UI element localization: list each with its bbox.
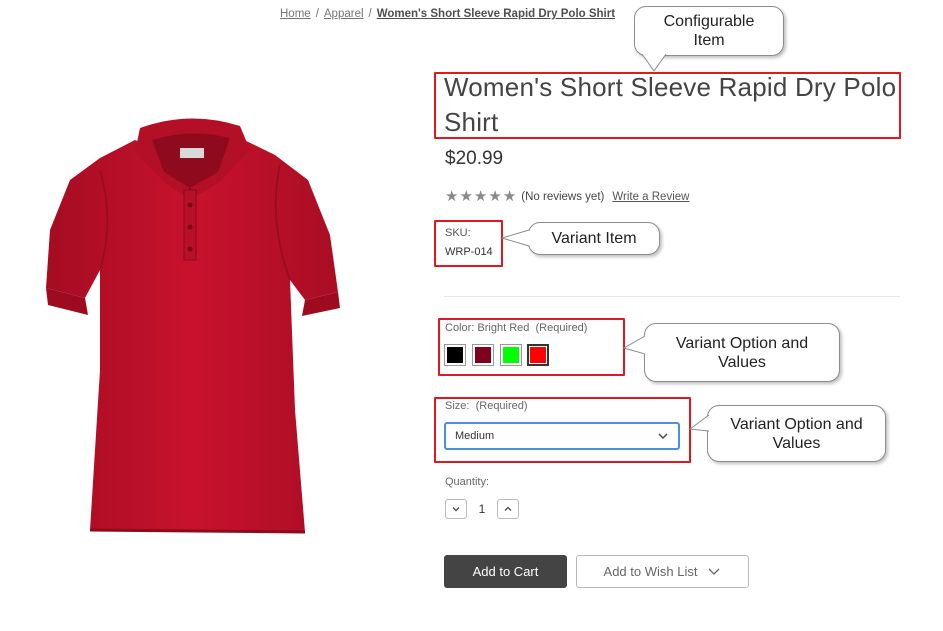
breadcrumb-separator: /: [368, 8, 372, 20]
breadcrumb-home-link[interactable]: Home: [280, 8, 311, 20]
callout-configurable-item: Configurable Item: [634, 6, 784, 56]
add-to-cart-button[interactable]: Add to Cart: [444, 555, 567, 588]
quantity-label: Quantity:: [445, 476, 490, 488]
quantity-decrease-button[interactable]: [445, 499, 467, 519]
callout-pointer: [500, 229, 530, 247]
annotation-highlight-sku: [434, 220, 503, 267]
annotation-highlight-size: [434, 397, 691, 463]
quantity-value[interactable]: 1: [476, 502, 488, 516]
callout-variant-option-color: Variant Option and Values: [644, 323, 840, 382]
callout-text: Variant Option and Values: [730, 415, 863, 452]
chevron-down-icon: [709, 568, 720, 575]
callout-text: Variant Option and Values: [675, 334, 809, 371]
callout-variant-item: Variant Item: [528, 222, 660, 255]
quantity-increase-button[interactable]: [497, 499, 519, 519]
callout-text: Configurable Item: [663, 13, 755, 49]
star-icon: ★: [445, 188, 459, 205]
chevron-up-icon: [504, 506, 512, 511]
annotation-highlight-title: [434, 72, 901, 139]
reviews-count: (No reviews yet): [521, 191, 605, 203]
breadcrumb: Home / Apparel / Women's Short Sleeve Rapid …: [280, 8, 615, 20]
write-review-link[interactable]: Write a Review: [612, 191, 689, 203]
star-icon: ★: [502, 188, 517, 205]
breadcrumb-apparel-link[interactable]: Apparel: [324, 8, 364, 20]
star-icon: ★: [459, 188, 473, 205]
product-price: $20.99: [445, 148, 504, 169]
breadcrumb-separator: /: [315, 8, 319, 20]
callout-pointer: [688, 414, 710, 432]
callout-variant-option-size: Variant Option and Values: [707, 405, 886, 462]
polo-shirt-image: [46, 118, 340, 534]
annotation-highlight-color: [438, 318, 625, 376]
section-divider: [444, 296, 900, 297]
product-rating: ★ ★ ★ ★ ★ (No reviews yet) Write a Revie…: [445, 188, 689, 205]
star-icon: ★: [488, 188, 502, 205]
chevron-down-icon: [452, 507, 460, 512]
wishlist-label: Add to Wish List: [603, 564, 698, 579]
star-icon: ★: [473, 188, 488, 205]
add-to-wishlist-button[interactable]: Add to Wish List: [576, 555, 749, 588]
breadcrumb-current-page[interactable]: Women's Short Sleeve Rapid Dry Polo Shir…: [377, 8, 615, 20]
callout-pointer: [622, 335, 646, 355]
callout-text: Variant Item: [551, 230, 637, 247]
callout-pointer: [641, 54, 667, 72]
product-image[interactable]: [40, 110, 350, 540]
